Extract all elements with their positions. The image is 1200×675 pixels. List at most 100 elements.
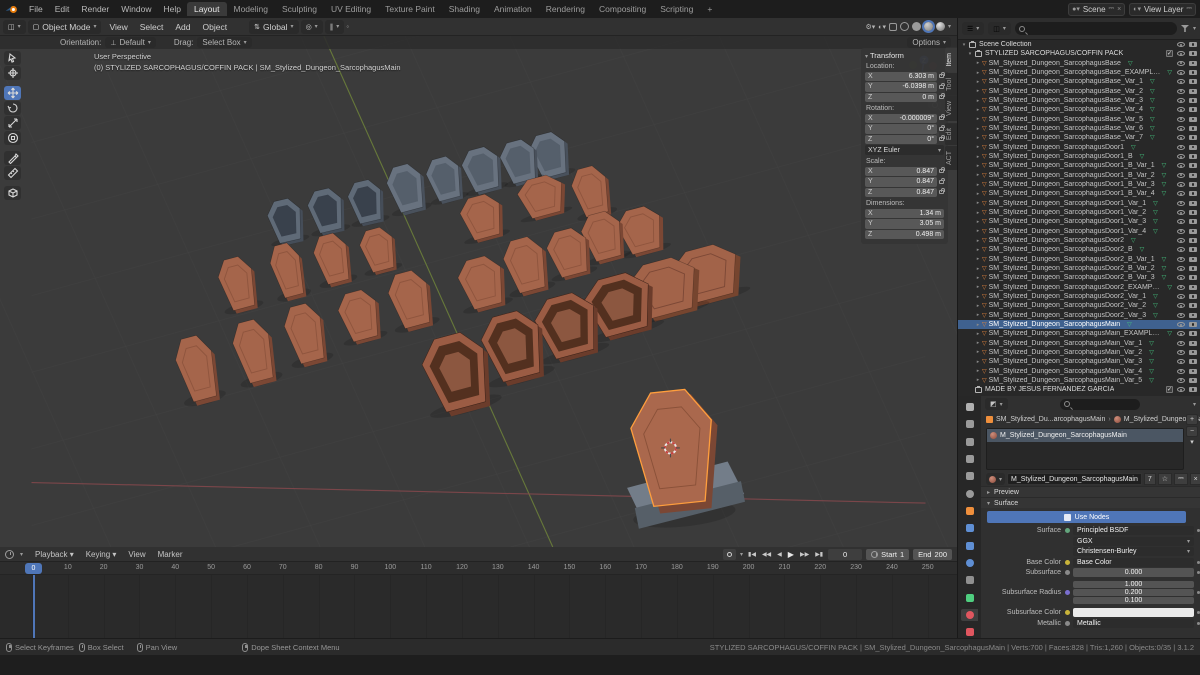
proportional-edit-icon[interactable]: ◦ (346, 22, 349, 31)
disable-render-icon[interactable] (1189, 98, 1197, 103)
new-view-layer-button[interactable]: ⎓ (1186, 5, 1192, 13)
material-slot-list[interactable]: M_Stylized_Dungeon_SarcophagusMain (986, 428, 1184, 470)
timeline-menu-playback[interactable]: Playback ▾ (29, 548, 80, 561)
lock-icon[interactable] (939, 127, 944, 131)
show-gizmo-icon[interactable]: ⚙▾ (865, 23, 875, 31)
rotation-x-field[interactable]: X-0.000009° (865, 114, 937, 124)
orientation-dropdown[interactable]: ⊥ Default ▾ (105, 37, 155, 48)
hide-eye-icon[interactable] (1177, 42, 1185, 47)
collection-checkbox[interactable]: ✓ (1166, 386, 1173, 393)
add-slot-button[interactable]: + (1186, 414, 1198, 425)
disable-render-icon[interactable] (1189, 61, 1197, 66)
hide-eye-icon[interactable] (1177, 229, 1185, 234)
hide-eye-icon[interactable] (1177, 285, 1185, 290)
dimensions-y-field[interactable]: Y3.05 m (865, 219, 944, 229)
scale-tool[interactable] (4, 116, 21, 130)
properties-tab-object[interactable] (961, 505, 978, 517)
outliner-object-row[interactable]: ▸▽SM_Stylized_Dungeon_SarcophagusDoor1_B… (958, 171, 1200, 180)
scene-object-lid[interactable] (277, 300, 335, 371)
workspace-tab-texture-paint[interactable]: Texture Paint (378, 2, 442, 16)
hide-eye-icon[interactable] (1177, 238, 1185, 243)
preview-panel-header[interactable]: ▸Preview (981, 486, 1200, 497)
scene-object-glid[interactable] (262, 196, 310, 249)
hide-eye-icon[interactable] (1177, 331, 1185, 336)
scene-object-lid[interactable] (225, 316, 284, 391)
disable-render-icon[interactable] (1189, 182, 1197, 187)
remove-slot-button[interactable]: − (1186, 426, 1198, 437)
disable-render-icon[interactable] (1189, 369, 1197, 374)
menu-help[interactable]: Help (157, 2, 186, 16)
hide-eye-icon[interactable] (1177, 247, 1185, 252)
select-box-tool[interactable] (4, 51, 21, 65)
snap-toggle[interactable]: ∥▾ (325, 20, 345, 34)
properties-tab-world[interactable] (961, 488, 978, 500)
outliner-collection-credit[interactable]: MADE BY JESUS FERNANDEZ GARCIA✓ (958, 385, 1200, 394)
disable-render-icon[interactable] (1189, 378, 1197, 383)
outliner-object-row[interactable]: ▸▽SM_Stylized_Dungeon_SarcophagusDoor1_B… (958, 161, 1200, 170)
outliner-object-row[interactable]: ▸▽SM_Stylized_Dungeon_SarcophagusDoor1_V… (958, 208, 1200, 217)
outliner-object-row[interactable]: ▸▽SM_Stylized_Dungeon_SarcophagusDoor1_B… (958, 152, 1200, 161)
material-users-button[interactable]: 7 (1144, 473, 1156, 485)
dimensions-z-field[interactable]: Z0.498 m (865, 230, 944, 240)
collection-checkbox[interactable]: ✓ (1166, 50, 1173, 57)
breadcrumb-object[interactable]: SM_Stylized_Du...arcophagusMain (996, 416, 1105, 423)
rotation-y-field[interactable]: Y0° (865, 124, 937, 134)
subsurface-color-swatch[interactable] (1073, 608, 1194, 617)
outliner-object-row[interactable]: ▸▽SM_Stylized_Dungeon_SarcophagusDoor1▽ (958, 143, 1200, 152)
hide-eye-icon[interactable] (1177, 191, 1185, 196)
properties-tab-view-layer[interactable] (961, 453, 978, 465)
hide-eye-icon[interactable] (1177, 257, 1185, 262)
workspace-tab-+[interactable]: + (700, 2, 719, 16)
outliner-object-row[interactable]: ▸▽SM_Stylized_Dungeon_SarcophagusMain_Va… (958, 366, 1200, 375)
scene-object-gbox[interactable] (420, 153, 470, 207)
material-name-field[interactable]: M_Stylized_Dungeon_SarcophagusMain (1007, 473, 1142, 485)
outliner-object-row[interactable]: ▸▽SM_Stylized_Dungeon_SarcophagusBase_Va… (958, 77, 1200, 86)
transform-tool[interactable] (4, 131, 21, 145)
lock-icon[interactable] (939, 74, 944, 78)
disable-render-icon[interactable] (1189, 359, 1197, 364)
disable-render-icon[interactable] (1189, 145, 1197, 150)
frame-start-field[interactable]: Start1 (866, 549, 909, 560)
workspace-tab-rendering[interactable]: Rendering (539, 2, 592, 16)
outliner-object-row[interactable]: ▸▽SM_Stylized_Dungeon_SarcophagusBase_Va… (958, 105, 1200, 114)
sidebar-tab-edit[interactable]: Edit (945, 123, 957, 145)
workspace-tab-modeling[interactable]: Modeling (227, 2, 276, 16)
sidebar-tab-act[interactable]: ACT (945, 146, 957, 170)
location-y-field[interactable]: Y-6.0398 m (865, 82, 937, 92)
hide-eye-icon[interactable] (1177, 275, 1185, 280)
timeline-editor-icon[interactable] (5, 550, 14, 559)
editor-type-button[interactable]: ◫▾ (3, 20, 26, 34)
disable-render-icon[interactable] (1189, 107, 1197, 112)
blender-logo-icon[interactable] (5, 4, 19, 15)
lock-icon[interactable] (939, 190, 944, 194)
disable-render-icon[interactable] (1189, 219, 1197, 224)
scene-object-lid[interactable] (212, 253, 265, 317)
disable-render-icon[interactable] (1189, 350, 1197, 355)
disable-render-icon[interactable] (1189, 201, 1197, 206)
properties-editor-type-button[interactable]: ◩▾ (985, 398, 1008, 410)
filter-icon[interactable] (1181, 25, 1189, 32)
hide-eye-icon[interactable] (1177, 61, 1185, 66)
scale-x-field[interactable]: X0.847 (865, 167, 937, 177)
scene-object-lid[interactable] (264, 240, 313, 304)
surface-panel-header[interactable]: ▾Surface (981, 497, 1200, 508)
shading-material-icon[interactable] (924, 22, 933, 31)
workspace-tab-layout[interactable]: Layout (187, 2, 227, 16)
disable-render-icon[interactable] (1189, 163, 1197, 168)
hide-eye-icon[interactable] (1177, 369, 1185, 374)
properties-tab-scene[interactable] (961, 470, 978, 482)
disable-render-icon[interactable] (1189, 210, 1197, 215)
subsurface-method-dropdown[interactable]: Christensen-Burley▾ (1073, 547, 1194, 556)
properties-tab-texture[interactable] (961, 626, 978, 638)
workspace-tab-scripting[interactable]: Scripting (653, 2, 700, 16)
add-cube-tool[interactable] (4, 186, 21, 200)
properties-tab-output[interactable] (961, 436, 978, 448)
disable-render-icon[interactable] (1189, 331, 1197, 336)
disable-render-icon[interactable] (1189, 126, 1197, 131)
radius-y-slider[interactable]: 0.200 (1073, 589, 1194, 596)
viewport-scene[interactable] (0, 36, 957, 547)
frame-end-field[interactable]: End200 (913, 549, 952, 560)
disable-render-icon[interactable] (1189, 387, 1197, 392)
disable-render-icon[interactable] (1189, 135, 1197, 140)
outliner-search-input[interactable] (1015, 22, 1177, 35)
